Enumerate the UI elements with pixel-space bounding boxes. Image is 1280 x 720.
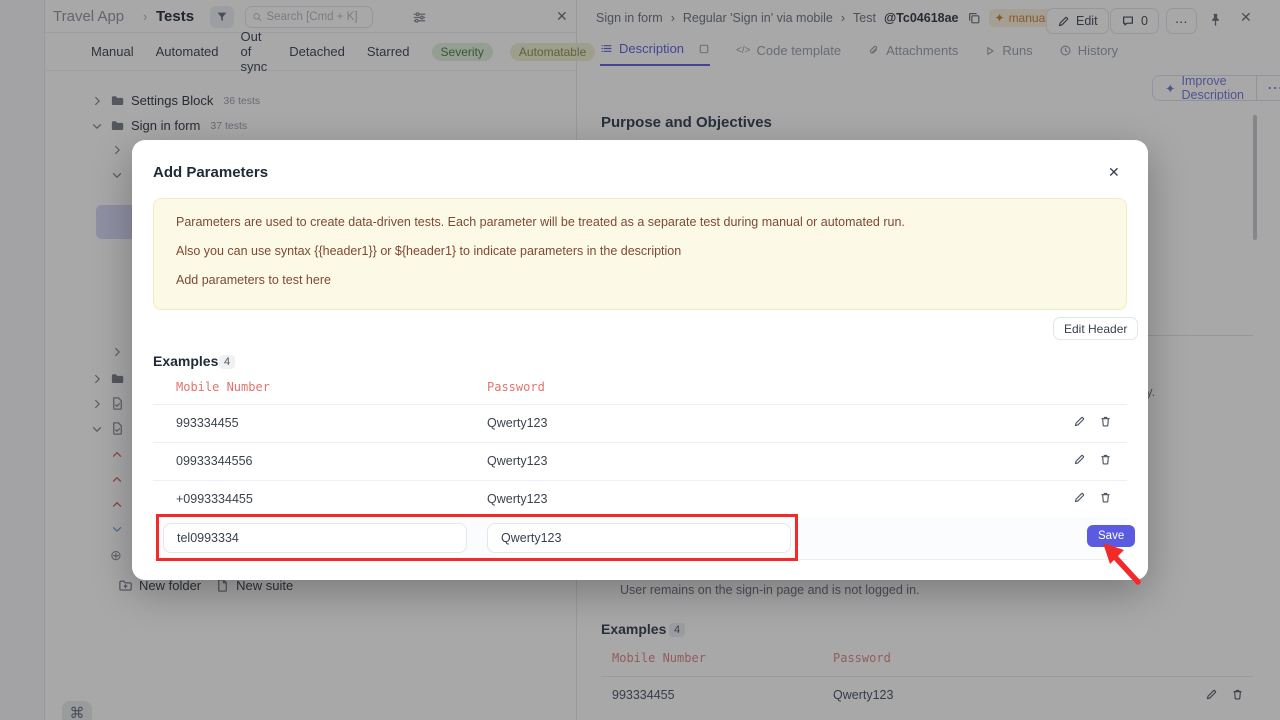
app-window: T◞ ✓ ⚙ Travel App › Tests ✕ Manual Autom… <box>0 0 1280 720</box>
table-row: +0993334455 Qwerty123 <box>153 480 1127 518</box>
info-banner: Parameters are used to create data-drive… <box>153 198 1127 310</box>
info-line: Add parameters to test here <box>176 273 1104 288</box>
edit-header-button[interactable]: Edit Header <box>1053 317 1138 340</box>
cell-mobile: 993334455 <box>176 416 239 430</box>
cell-mobile: +0993334455 <box>176 492 253 506</box>
examples-heading: Examples <box>153 353 218 369</box>
table-row: 09933344556 Qwerty123 <box>153 442 1127 480</box>
cell-password: Qwerty123 <box>487 454 547 468</box>
column-password: Password <box>487 380 545 394</box>
info-line: Also you can use syntax {{header1}} or $… <box>176 244 1104 259</box>
edit-row-button[interactable] <box>1073 453 1086 466</box>
cell-password: Qwerty123 <box>487 492 547 506</box>
examples-count-badge: 4 <box>219 355 235 369</box>
delete-row-button[interactable] <box>1099 453 1112 466</box>
column-mobile-number: Mobile Number <box>176 380 270 394</box>
edit-row-button[interactable] <box>1073 491 1086 504</box>
annotation-arrow <box>1098 540 1150 588</box>
edit-row-button[interactable] <box>1073 415 1086 428</box>
cell-password: Qwerty123 <box>487 416 547 430</box>
close-icon[interactable]: ✕ <box>1108 164 1120 181</box>
highlight-rectangle-annotation <box>156 514 798 561</box>
table-row: 993334455 Qwerty123 <box>153 404 1127 442</box>
delete-row-button[interactable] <box>1099 415 1112 428</box>
cell-mobile: 09933344556 <box>176 454 252 468</box>
delete-row-button[interactable] <box>1099 491 1112 504</box>
modal-title: Add Parameters <box>153 164 268 181</box>
info-line: Parameters are used to create data-drive… <box>176 215 1104 230</box>
